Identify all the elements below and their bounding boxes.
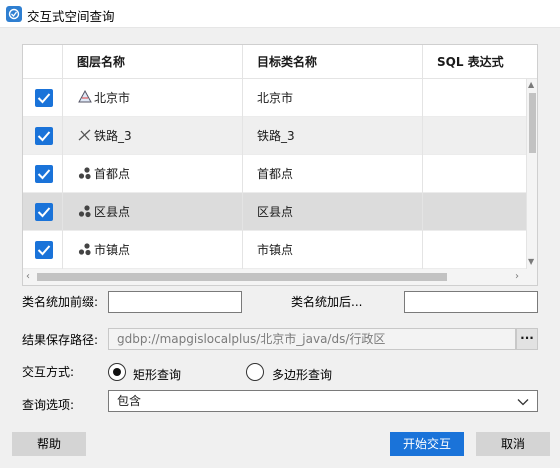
sql-expression-cell[interactable] (423, 79, 527, 117)
sql-expression-cell[interactable] (423, 231, 527, 269)
row-checkbox[interactable] (35, 241, 53, 259)
table-row[interactable]: 北京市 北京市 (23, 79, 527, 117)
target-class-cell: 铁路_3 (243, 117, 423, 155)
row-checkbox[interactable] (35, 89, 53, 107)
point-layer-icon (78, 204, 91, 217)
scroll-down-icon[interactable]: ▼ (528, 257, 534, 267)
window-title: 交互式空间查询 (27, 9, 115, 24)
layer-name-cell: 首都点 (63, 155, 243, 193)
table-header: 图层名称 目标类名称 SQL 表达式 (23, 45, 537, 79)
save-path-label: 结果保存路径: (22, 333, 99, 347)
table-row[interactable]: 市镇点 市镇点 (23, 231, 527, 269)
prefix-label: 类名统加前缀: (22, 295, 99, 309)
table-row[interactable]: 铁路_3 铁路_3 (23, 117, 527, 155)
table-row[interactable]: 区县点 区县点 (23, 193, 527, 231)
title-bar: 交互式空间查询 (0, 0, 560, 28)
header-layer-name[interactable]: 图层名称 (63, 45, 243, 79)
row-checkbox[interactable] (35, 127, 53, 145)
header-sql-expression[interactable]: SQL 表达式 (423, 45, 537, 79)
horizontal-scrollbar[interactable]: ‹ › (23, 269, 537, 285)
polygon-layer-icon (78, 89, 92, 102)
line-layer-icon (78, 129, 91, 140)
cancel-button[interactable]: 取消 (476, 432, 550, 456)
layer-name-cell: 铁路_3 (63, 117, 243, 155)
layer-table: 图层名称 目标类名称 SQL 表达式 北京市 北京市 铁路_3 铁路_3 首都点… (22, 44, 538, 286)
layer-name: 首都点 (94, 167, 131, 181)
sql-expression-cell[interactable] (423, 155, 527, 193)
point-layer-icon (78, 242, 91, 255)
chevron-down-icon (517, 399, 529, 406)
header-checkbox-col (23, 45, 63, 79)
target-class-cell: 区县点 (243, 193, 423, 231)
target-class-cell: 市镇点 (243, 231, 423, 269)
save-path-field[interactable]: gdbp://mapgislocalplus/北京市_java/ds/行政区 (108, 328, 516, 350)
sql-expression-cell[interactable] (423, 117, 527, 155)
target-class-cell: 北京市 (243, 79, 423, 117)
scroll-left-icon[interactable]: ‹ (26, 272, 30, 282)
radio-polygon-query[interactable] (246, 363, 264, 381)
layer-name: 市镇点 (94, 243, 131, 257)
row-checkbox[interactable] (35, 203, 53, 221)
scroll-up-icon[interactable]: ▲ (528, 80, 534, 90)
point-layer-icon (78, 166, 91, 179)
query-option-value: 包含 (117, 394, 142, 408)
prefix-input[interactable] (108, 291, 242, 313)
sql-expression-cell[interactable] (423, 193, 527, 231)
suffix-label: 类名统加后... (291, 295, 363, 309)
query-option-label: 查询选项: (22, 398, 75, 412)
table-row[interactable]: 首都点 首都点 (23, 155, 527, 193)
scroll-right-icon[interactable]: › (515, 272, 519, 282)
rect-query-label[interactable]: 矩形查询 (133, 366, 181, 383)
header-target-class[interactable]: 目标类名称 (243, 45, 423, 79)
start-interaction-button[interactable]: 开始交互 (390, 432, 464, 456)
vertical-scroll-thumb[interactable] (529, 93, 536, 153)
help-button[interactable]: 帮助 (12, 432, 86, 456)
radio-rect-query[interactable] (108, 363, 126, 381)
suffix-input[interactable] (404, 291, 538, 313)
browse-button[interactable]: ··· (516, 328, 538, 350)
query-option-select[interactable]: 包含 (108, 390, 538, 412)
layer-name-cell: 市镇点 (63, 231, 243, 269)
mode-label: 交互方式: (22, 365, 75, 379)
horizontal-scroll-thumb[interactable] (37, 273, 447, 281)
layer-name: 北京市 (94, 91, 131, 105)
row-checkbox[interactable] (35, 165, 53, 183)
target-class-cell: 首都点 (243, 155, 423, 193)
app-icon (6, 6, 22, 22)
vertical-scrollbar[interactable]: ▲ ▼ (527, 79, 537, 269)
polygon-query-label[interactable]: 多边形查询 (272, 366, 332, 383)
layer-name: 区县点 (94, 205, 131, 219)
layer-name: 铁路_3 (94, 129, 132, 143)
layer-name-cell: 北京市 (63, 79, 243, 117)
layer-name-cell: 区县点 (63, 193, 243, 231)
